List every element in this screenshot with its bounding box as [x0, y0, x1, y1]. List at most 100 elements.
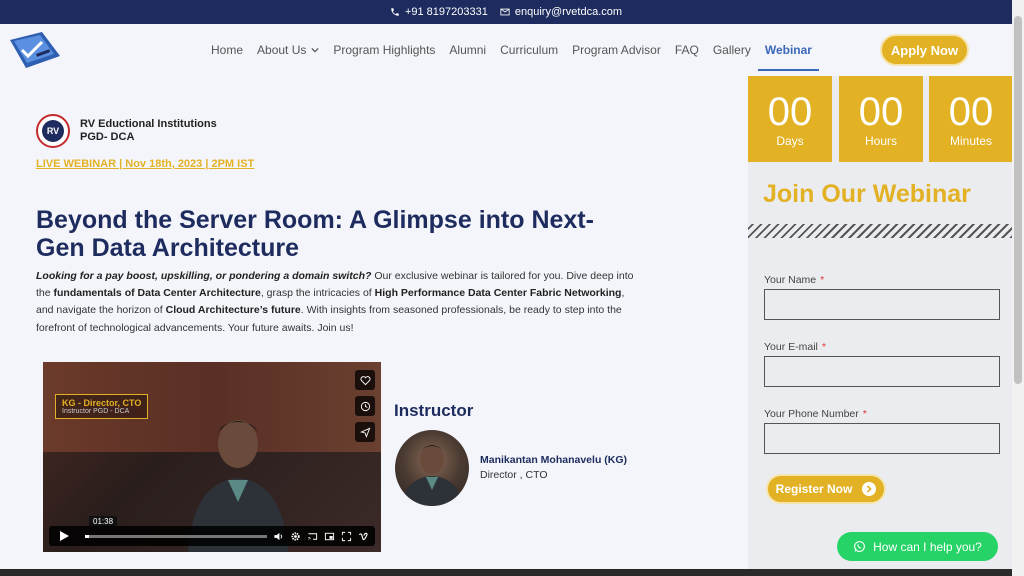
video-player[interactable]: KG - Director, CTO Instructor PGD - DCA … [43, 362, 381, 552]
phone-icon [391, 8, 399, 16]
email-label: Your E-mail * [764, 341, 826, 353]
intro-bold-3: Cloud Architecture’s future [165, 304, 301, 317]
nav-webinar[interactable]: Webinar [757, 24, 820, 76]
settings-gear-icon[interactable] [290, 531, 301, 542]
contact-bar: +91 8197203331 enquiry@rvetdca.com [0, 0, 1012, 24]
share-button[interactable] [355, 422, 375, 442]
video-name-label: KG - Director, CTO Instructor PGD - DCA [55, 394, 149, 419]
fullscreen-icon[interactable] [341, 531, 352, 542]
program-name: PGD- DCA [80, 131, 135, 143]
required-marker: * [821, 341, 826, 353]
countdown-minutes: 00 Minutes [929, 76, 1013, 162]
phone-label: Your Phone Number * [764, 408, 867, 420]
picture-in-picture-icon[interactable] [324, 531, 335, 542]
chevron-down-icon [311, 47, 319, 53]
countdown-days-value: 00 [767, 90, 813, 134]
nav-gallery-label: Gallery [712, 43, 751, 57]
intro-text-2: , grasp the intricacies of [260, 287, 375, 300]
play-button[interactable] [49, 531, 79, 541]
bottom-strip [0, 569, 1012, 576]
countdown-days-unit: Days [776, 134, 804, 148]
countdown-hours-unit: Hours [864, 134, 897, 148]
intro-paragraph: Looking for a pay boost, upskilling, or … [36, 268, 636, 337]
name-field[interactable] [764, 289, 1000, 320]
institution-brand: RV RV Eductional Institutions PGD- DCA [36, 114, 217, 148]
instructor-photo [395, 430, 469, 506]
phone-label-text: Your Phone Number [764, 408, 859, 420]
envelope-icon [500, 8, 510, 16]
institution-name: RV Eductional Institutions [80, 118, 217, 130]
required-marker: * [820, 274, 825, 286]
email-label-text: Your E-mail [764, 341, 818, 353]
apply-now-button[interactable]: Apply Now [880, 34, 969, 66]
countdown-hours-value: 00 [858, 90, 904, 134]
decorative-divider [748, 224, 1012, 238]
instructor-heading: Instructor [394, 401, 474, 420]
nav-program-advisor[interactable]: Program Advisor [565, 24, 668, 76]
register-label: Register Now [775, 482, 853, 496]
nav-faq-label: FAQ [674, 43, 699, 57]
countdown-hours: 00 Hours [839, 76, 923, 162]
phone-field[interactable] [764, 423, 1000, 454]
brand-text: RV Eductional Institutions PGD- DCA [80, 118, 217, 144]
form-heading: Join Our Webinar [763, 180, 971, 208]
clock-icon [360, 401, 370, 411]
name-label-text: Your Name [764, 274, 817, 286]
instructor-role: Director , CTO [480, 469, 548, 481]
video-control-icons [273, 531, 375, 542]
play-icon [60, 531, 69, 541]
instructor-name: Manikantan Mohanavelu (KG) [480, 454, 628, 466]
cast-icon[interactable] [307, 531, 318, 542]
arrow-right-icon [862, 482, 877, 496]
email-contact[interactable]: enquiry@rvetdca.com [500, 6, 622, 18]
page-scrollbar[interactable] [1012, 0, 1024, 576]
seal-text: RV [42, 120, 64, 142]
nav-about-us[interactable]: About Us [250, 24, 326, 76]
countdown-days: 00 Days [748, 76, 832, 162]
nav-alumni[interactable]: Alumni [442, 24, 493, 76]
name-label: Your Name * [764, 274, 824, 286]
volume-icon[interactable] [273, 531, 284, 542]
nav-curriculum[interactable]: Curriculum [493, 24, 565, 76]
video-progress-bar[interactable] [85, 534, 267, 538]
webinar-sidebar: 00 Days 00 Hours 00 Minutes Join Our Web… [748, 76, 1013, 569]
nav-gallery[interactable]: Gallery [706, 24, 758, 76]
video-label-sub: Instructor PGD - DCA [62, 408, 130, 415]
nav-highlights-label: Program Highlights [333, 43, 436, 57]
intro-bold-2: High Performance Data Center Fabric Netw… [374, 287, 622, 300]
heart-icon [360, 375, 370, 385]
video-controls [49, 526, 375, 546]
like-button[interactable] [355, 370, 375, 390]
nav-home-label: Home [211, 43, 244, 57]
main-navigation: Home About Us Program Highlights Alumni … [0, 24, 1012, 76]
phone-number: +91 8197203331 [404, 6, 488, 18]
send-icon [359, 427, 370, 438]
nav-advisor-label: Program Advisor [572, 43, 661, 57]
live-webinar-link[interactable]: LIVE WEBINAR | Nov 18th, 2023 | 2PM IST [36, 158, 254, 170]
nav-program-highlights[interactable]: Program Highlights [326, 24, 442, 76]
video-label-title: KG - Director, CTO [62, 398, 142, 408]
vimeo-logo-icon[interactable] [358, 531, 369, 542]
nav-webinar-label: Webinar [764, 43, 812, 57]
scrollbar-thumb[interactable] [1014, 16, 1022, 384]
site-logo[interactable] [6, 30, 62, 70]
required-marker: * [862, 408, 867, 420]
nav-home[interactable]: Home [204, 24, 250, 76]
institution-seal: RV [36, 114, 70, 148]
phone-contact[interactable]: +91 8197203331 [390, 6, 488, 18]
nav-menu: Home About Us Program Highlights Alumni … [204, 24, 820, 76]
instructor-avatar [401, 445, 463, 506]
watch-later-button[interactable] [355, 396, 375, 416]
video-progress-fill [85, 534, 89, 538]
nav-alumni-label: Alumni [449, 43, 487, 57]
countdown-minutes-unit: Minutes [949, 134, 993, 148]
countdown-minutes-value: 00 [948, 90, 994, 134]
page-title: Beyond the Server Room: A Glimpse into N… [36, 206, 594, 262]
email-field[interactable] [764, 356, 1000, 387]
chat-help-button[interactable]: How can I help you? [837, 532, 998, 561]
nav-faq[interactable]: FAQ [668, 24, 706, 76]
chat-help-label: How can I help you? [873, 539, 982, 554]
register-now-button[interactable]: Register Now [766, 474, 886, 504]
intro-bold-1: fundamentals of Data Center Architecture [53, 287, 261, 300]
whatsapp-icon [854, 541, 866, 552]
